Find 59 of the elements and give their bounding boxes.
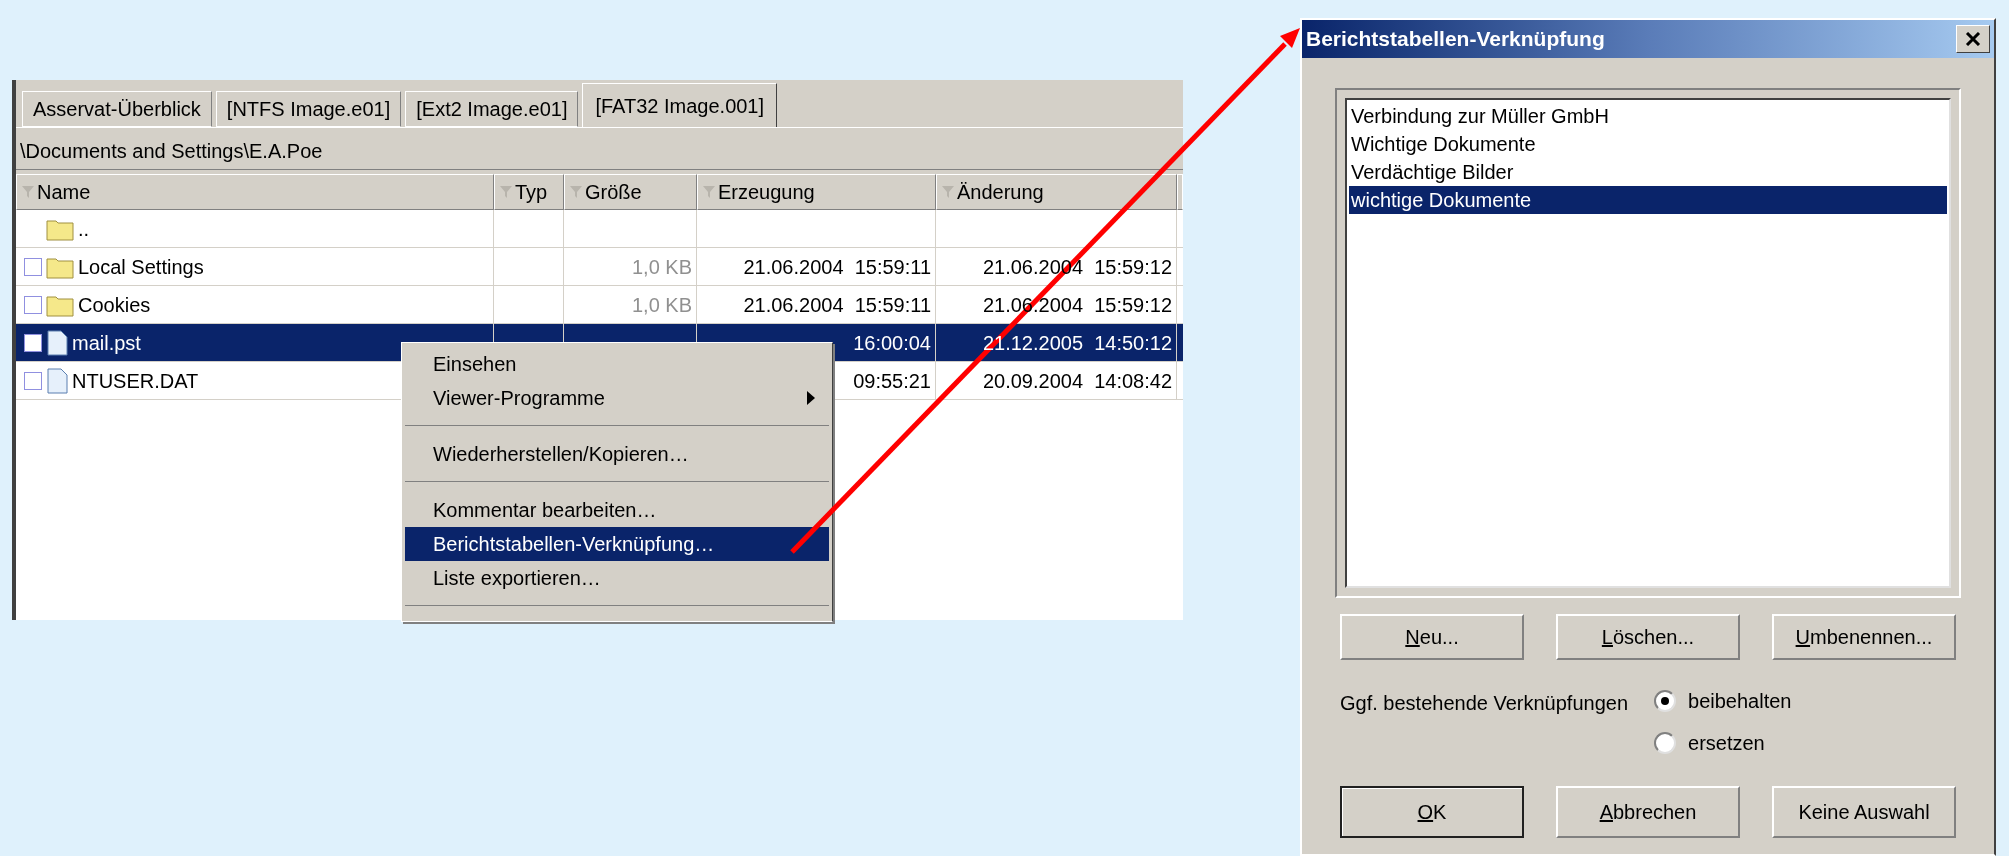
filter-icon xyxy=(941,184,955,200)
menu-item[interactable]: Liste exportieren… xyxy=(405,561,829,596)
option-label: Ggf. bestehende Verknüpfungen xyxy=(1340,691,1628,716)
radio-label: beibehalten xyxy=(1688,689,1792,714)
checkbox[interactable] xyxy=(24,295,42,314)
size-cell-text: 1,0 KB xyxy=(631,254,692,280)
close-icon xyxy=(1965,32,1981,46)
file-name: mail.pst xyxy=(72,330,141,356)
date-cell-text: 16:00:04 xyxy=(853,330,931,356)
dialog-button[interactable]: Keine Auswahl xyxy=(1772,786,1956,838)
tab[interactable]: [Ext2 Image.e01] xyxy=(405,91,579,127)
file-icon xyxy=(46,367,68,394)
list-item[interactable]: wichtige Dokumente xyxy=(1349,186,1947,214)
submenu-arrow-icon xyxy=(807,391,815,406)
tab[interactable]: [FAT32 Image.001] xyxy=(582,83,778,127)
tab[interactable]: [NTFS Image.e01] xyxy=(215,91,402,127)
file-name: .. xyxy=(78,216,90,242)
filter-icon xyxy=(702,184,716,200)
date-cell-text: 20.09.2004 14:08:42 xyxy=(982,368,1172,394)
radio-button[interactable] xyxy=(1654,690,1676,712)
close-button[interactable] xyxy=(1956,25,1990,53)
action-button[interactable]: Neu... xyxy=(1340,614,1524,660)
list-item[interactable]: Verbindung zur Müller GmbH xyxy=(1349,102,1947,130)
file-name: NTUSER.DAT xyxy=(72,368,199,394)
list-item[interactable]: Verdächtige Bilder xyxy=(1349,158,1947,186)
dialog-button[interactable]: Abbrechen xyxy=(1556,786,1740,838)
name-cell[interactable]: Cookies xyxy=(16,286,494,323)
size-cell-text: 1,0 KB xyxy=(631,292,692,318)
file-icon xyxy=(46,329,68,356)
checkbox[interactable] xyxy=(24,333,42,352)
radio-button[interactable] xyxy=(1654,732,1676,754)
filter-icon xyxy=(499,184,513,200)
menu-item[interactable]: Berichtstabellen-Verknüpfung… xyxy=(405,527,829,562)
window-title: Berichtstabellen-Verknüpfung xyxy=(1306,26,1605,53)
name-cell[interactable]: .. xyxy=(16,210,494,247)
path-bar: \Documents and Settings\E.A.Poe xyxy=(16,132,1183,170)
column-header[interactable]: Erzeugung xyxy=(697,174,936,210)
name-cell[interactable]: Local Settings xyxy=(16,248,494,285)
action-button[interactable]: Löschen... xyxy=(1556,614,1740,660)
checkbox[interactable] xyxy=(24,371,42,390)
list-item[interactable]: Wichtige Dokumente xyxy=(1349,130,1947,158)
file-name: Local Settings xyxy=(78,254,204,280)
checkbox[interactable] xyxy=(24,257,42,276)
filter-icon xyxy=(569,184,583,200)
date-cell-text: 21.06.2004 15:59:11 xyxy=(743,292,931,318)
filter-icon xyxy=(21,184,35,200)
date-cell-text: 09:55:21 xyxy=(853,368,931,394)
dialog-button[interactable]: OK xyxy=(1340,786,1524,838)
column-header[interactable]: Typ xyxy=(494,174,564,210)
tab[interactable]: Asservat-Überblick xyxy=(22,91,212,127)
column-header[interactable]: Änderung xyxy=(936,174,1177,210)
action-button[interactable]: Umbenennen... xyxy=(1772,614,1956,660)
column-header[interactable]: Name xyxy=(16,174,494,210)
date-cell-text: 21.06.2004 15:59:11 xyxy=(743,254,931,280)
radio-label: ersetzen xyxy=(1688,731,1765,756)
file-name: Cookies xyxy=(78,292,151,318)
menu-item[interactable]: Wiederherstellen/Kopieren… xyxy=(405,437,829,472)
menu-item[interactable]: Kommentar bearbeiten… xyxy=(405,492,829,527)
column-header[interactable]: Größe xyxy=(564,174,697,210)
